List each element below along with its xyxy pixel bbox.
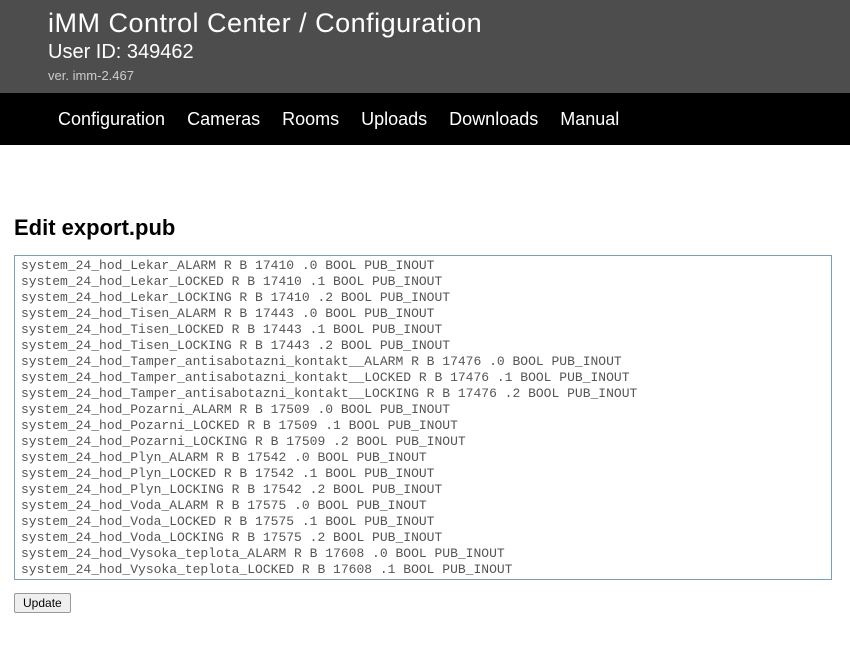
header: iMM Control Center / Configuration User … bbox=[0, 0, 850, 93]
header-version: ver. imm-2.467 bbox=[48, 68, 850, 83]
export-pub-editor[interactable]: system_24_hod_Lekar_ALARM R B 17410 .0 B… bbox=[14, 255, 832, 580]
nav-cameras[interactable]: Cameras bbox=[187, 109, 260, 130]
content-area: Edit export.pub system_24_hod_Lekar_ALAR… bbox=[0, 145, 850, 633]
nav-manual[interactable]: Manual bbox=[560, 109, 619, 130]
main-nav: Configuration Cameras Rooms Uploads Down… bbox=[0, 93, 850, 145]
nav-downloads[interactable]: Downloads bbox=[449, 109, 538, 130]
header-user-id: User ID: 349462 bbox=[48, 41, 850, 64]
nav-configuration[interactable]: Configuration bbox=[58, 109, 165, 130]
page-heading: Edit export.pub bbox=[14, 215, 836, 241]
nav-uploads[interactable]: Uploads bbox=[361, 109, 427, 130]
header-title: iMM Control Center / Configuration bbox=[48, 8, 850, 39]
update-button[interactable]: Update bbox=[14, 593, 71, 613]
nav-rooms[interactable]: Rooms bbox=[282, 109, 339, 130]
